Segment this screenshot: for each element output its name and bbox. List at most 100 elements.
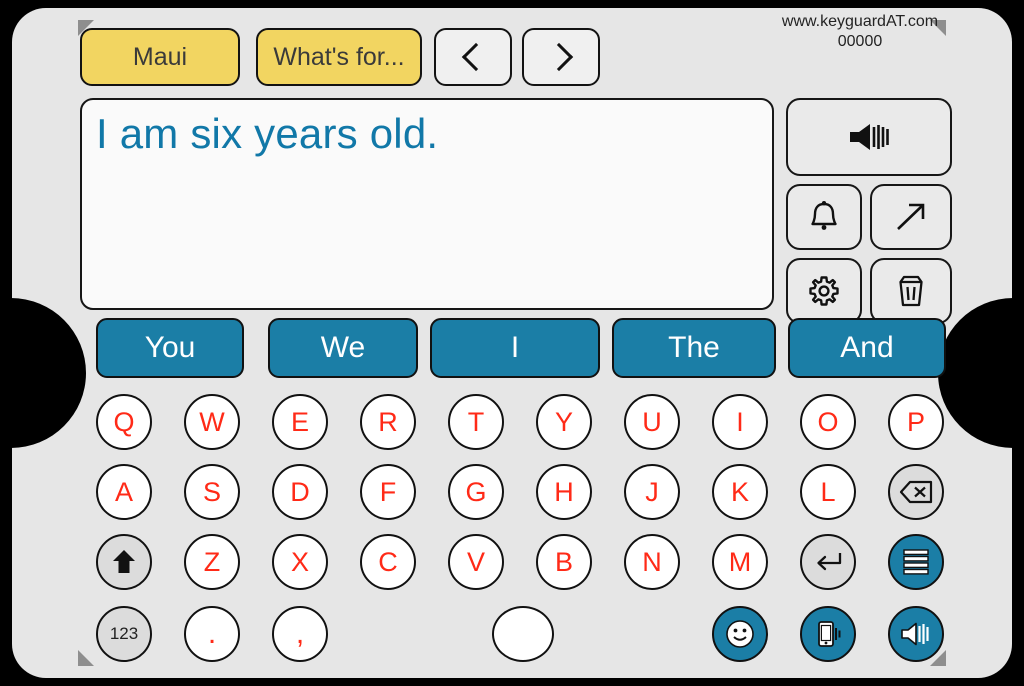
enter-return-icon (817, 553, 842, 571)
key-h[interactable]: H (536, 464, 592, 520)
prediction-word-1[interactable]: You (96, 318, 244, 378)
key-o[interactable]: O (800, 394, 856, 450)
key-label: 123 (109, 624, 139, 643)
prediction-word-3[interactable]: I (430, 318, 600, 378)
key-enter-return[interactable] (800, 534, 856, 590)
key-c[interactable]: C (360, 534, 416, 590)
key-comma[interactable]: , (272, 606, 328, 662)
topic-button-phrase-label: What's for... (273, 42, 405, 71)
key-n[interactable]: N (624, 534, 680, 590)
shift-up-arrow-icon (113, 550, 135, 573)
key-backspace[interactable] (888, 464, 944, 520)
key-p[interactable]: P (888, 394, 944, 450)
key-label: , (295, 617, 305, 650)
prediction-word-4[interactable]: The (612, 318, 776, 378)
gear-icon (809, 276, 839, 306)
topic-button-maui-label: Maui (132, 42, 188, 71)
key-label: F (379, 476, 397, 507)
key-u[interactable]: U (624, 394, 680, 450)
key-k[interactable]: K (712, 464, 768, 520)
key-label: Q (113, 406, 135, 437)
key-label: H (554, 476, 574, 507)
key-i[interactable]: I (712, 394, 768, 450)
phone-vibrate-icon (818, 621, 841, 647)
key-e[interactable]: E (272, 394, 328, 450)
key-label: G (465, 476, 487, 507)
key-speaker-volume[interactable] (888, 606, 944, 662)
key-x[interactable]: X (272, 534, 328, 590)
key-label: O (817, 406, 839, 437)
key-m[interactable]: M (712, 534, 768, 590)
key-s[interactable]: S (184, 464, 240, 520)
speaker-volume-icon (901, 622, 929, 646)
speak-button[interactable] (786, 98, 952, 176)
keyboard: Q W E R T Y U I O P A S D F G H J K L Z X C V B N M 123., (96, 394, 952, 676)
key-period[interactable]: . (184, 606, 240, 662)
key-menu-list[interactable] (888, 534, 944, 590)
key-g[interactable]: G (448, 464, 504, 520)
key-label: I (736, 406, 744, 437)
brand-watermark: www.keyguardAT.com 00000 (710, 12, 1010, 51)
key-q[interactable]: Q (96, 394, 152, 450)
key-v[interactable]: V (448, 534, 504, 590)
previous-page-button[interactable] (434, 28, 512, 86)
menu-list-icon (903, 549, 929, 575)
brand-serial: 00000 (837, 32, 883, 50)
key-spacebar[interactable] (492, 606, 554, 662)
key-a[interactable]: A (96, 464, 152, 520)
screen: Maui What's for... www.keyguardAT.com 00… (0, 0, 1024, 686)
key-label: Z (203, 546, 221, 577)
key-label: J (645, 476, 659, 507)
prediction-word-2[interactable]: We (268, 318, 418, 378)
emoji-smiley-icon (726, 620, 754, 648)
key-label: V (466, 546, 485, 577)
prediction-word-label: You (144, 331, 196, 364)
key-label: A (114, 476, 133, 507)
key-label: L (820, 476, 836, 507)
next-page-button[interactable] (522, 28, 600, 86)
key-label: D (290, 476, 310, 507)
keyguard-plate: Maui What's for... www.keyguardAT.com 00… (0, 8, 1024, 678)
notification-button[interactable] (786, 184, 862, 250)
key-l[interactable]: L (800, 464, 856, 520)
key-f[interactable]: F (360, 464, 416, 520)
key-w[interactable]: W (184, 394, 240, 450)
key-y[interactable]: Y (536, 394, 592, 450)
prediction-word-label: We (320, 331, 366, 364)
key-d[interactable]: D (272, 464, 328, 520)
topic-button-maui[interactable]: Maui (80, 28, 240, 86)
message-window[interactable]: I am six years old. (80, 98, 774, 310)
key-label: S (202, 476, 221, 507)
chevron-right-icon (544, 42, 573, 72)
backspace-icon (899, 480, 933, 504)
key-r[interactable]: R (360, 394, 416, 450)
key-numbers-toggle[interactable]: 123 (96, 606, 152, 662)
message-text: I am six years old. (96, 110, 439, 157)
key-phone-vibrate[interactable] (800, 606, 856, 662)
prediction-word-label: And (840, 331, 894, 364)
bell-icon (811, 201, 837, 230)
settings-button[interactable] (786, 258, 862, 324)
prediction-word-5[interactable]: And (788, 318, 946, 378)
key-b[interactable]: B (536, 534, 592, 590)
key-t[interactable]: T (448, 394, 504, 450)
delete-button[interactable] (870, 258, 952, 324)
prediction-word-label: I (510, 331, 520, 364)
key-label: M (728, 546, 752, 577)
plate-notch-left (0, 298, 86, 448)
key-label: . (207, 617, 217, 650)
word-prediction-bar: You We I The And (96, 318, 952, 382)
key-label: X (290, 546, 309, 577)
topic-button-phrase[interactable]: What's for... (256, 28, 422, 86)
share-button[interactable] (870, 184, 952, 250)
key-emoji-smiley[interactable] (712, 606, 768, 662)
key-label: P (906, 406, 925, 437)
key-label: W (199, 406, 225, 437)
key-j[interactable]: J (624, 464, 680, 520)
key-z[interactable]: Z (184, 534, 240, 590)
key-label: N (642, 546, 662, 577)
key-label: R (378, 406, 398, 437)
trash-icon (899, 275, 923, 307)
corner-marker-bottom-left (78, 650, 94, 666)
key-shift-up-arrow[interactable] (96, 534, 152, 590)
